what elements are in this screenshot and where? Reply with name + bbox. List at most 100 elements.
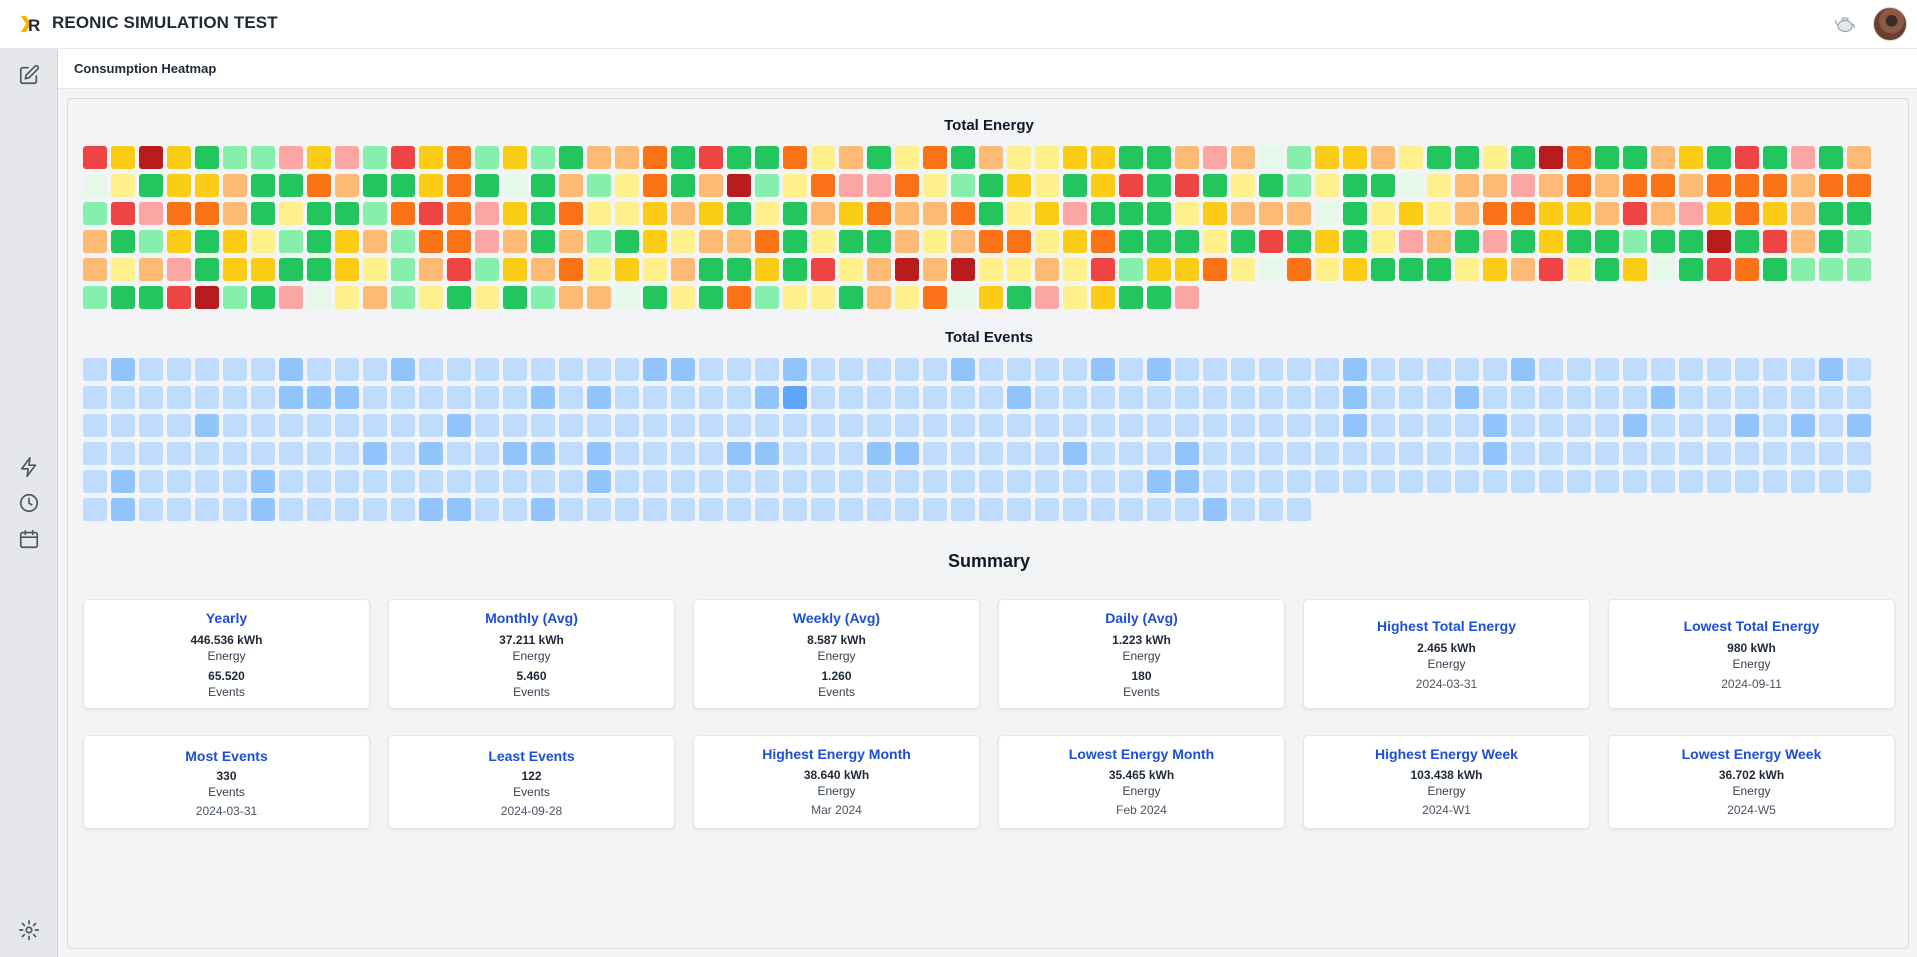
energy-heatmap-cell[interactable] xyxy=(1427,146,1451,169)
events-heatmap-cell[interactable] xyxy=(1091,498,1115,521)
events-heatmap-cell[interactable] xyxy=(699,414,723,437)
energy-heatmap-cell[interactable] xyxy=(587,230,611,253)
energy-heatmap-cell[interactable] xyxy=(1679,174,1703,197)
energy-heatmap-cell[interactable] xyxy=(139,202,163,225)
events-heatmap-cell[interactable] xyxy=(559,498,583,521)
energy-heatmap-cell[interactable] xyxy=(335,174,359,197)
events-heatmap-cell[interactable] xyxy=(867,414,891,437)
events-heatmap-cell[interactable] xyxy=(503,414,527,437)
energy-heatmap-cell[interactable] xyxy=(1287,146,1311,169)
energy-heatmap-cell[interactable] xyxy=(503,230,527,253)
energy-heatmap-cell[interactable] xyxy=(419,202,443,225)
energy-heatmap-cell[interactable] xyxy=(839,286,863,309)
energy-heatmap-cell[interactable] xyxy=(1735,230,1759,253)
energy-heatmap-cell[interactable] xyxy=(391,202,415,225)
energy-heatmap-cell[interactable] xyxy=(1763,146,1787,169)
events-heatmap-cell[interactable] xyxy=(1119,386,1143,409)
energy-heatmap-cell[interactable] xyxy=(503,146,527,169)
events-heatmap-cell[interactable] xyxy=(1427,386,1451,409)
energy-heatmap-cell[interactable] xyxy=(923,286,947,309)
events-heatmap-cell[interactable] xyxy=(1119,498,1143,521)
events-heatmap-cell[interactable] xyxy=(1623,442,1647,465)
energy-heatmap-cell[interactable] xyxy=(1679,258,1703,281)
events-heatmap-cell[interactable] xyxy=(671,386,695,409)
energy-heatmap-cell[interactable] xyxy=(1735,146,1759,169)
events-heatmap-cell[interactable] xyxy=(559,386,583,409)
energy-heatmap-cell[interactable] xyxy=(1371,230,1395,253)
events-heatmap-cell[interactable] xyxy=(195,414,219,437)
events-heatmap-cell[interactable] xyxy=(139,442,163,465)
energy-heatmap-cell[interactable] xyxy=(783,230,807,253)
events-heatmap-cell[interactable] xyxy=(1847,386,1871,409)
energy-heatmap-cell[interactable] xyxy=(1455,146,1479,169)
events-heatmap-cell[interactable] xyxy=(83,498,107,521)
events-heatmap-cell[interactable] xyxy=(1651,414,1675,437)
energy-heatmap-cell[interactable] xyxy=(475,258,499,281)
energy-heatmap-cell[interactable] xyxy=(615,230,639,253)
events-heatmap-cell[interactable] xyxy=(391,498,415,521)
energy-heatmap-cell[interactable] xyxy=(1623,258,1647,281)
energy-heatmap-cell[interactable] xyxy=(195,146,219,169)
energy-heatmap-cell[interactable] xyxy=(167,202,191,225)
energy-heatmap-cell[interactable] xyxy=(615,174,639,197)
events-heatmap-cell[interactable] xyxy=(335,414,359,437)
energy-heatmap-cell[interactable] xyxy=(727,202,751,225)
events-heatmap-cell[interactable] xyxy=(1203,386,1227,409)
energy-heatmap-cell[interactable] xyxy=(755,230,779,253)
events-heatmap-cell[interactable] xyxy=(615,470,639,493)
energy-heatmap-cell[interactable] xyxy=(1847,202,1871,225)
events-heatmap-cell[interactable] xyxy=(1035,358,1059,381)
energy-heatmap-cell[interactable] xyxy=(363,146,387,169)
events-heatmap-cell[interactable] xyxy=(391,470,415,493)
energy-heatmap-cell[interactable] xyxy=(1007,146,1031,169)
events-heatmap-cell[interactable] xyxy=(391,358,415,381)
events-heatmap-cell[interactable] xyxy=(867,442,891,465)
energy-heatmap-cell[interactable] xyxy=(279,202,303,225)
energy-heatmap-cell[interactable] xyxy=(559,230,583,253)
events-heatmap-cell[interactable] xyxy=(923,358,947,381)
energy-heatmap-cell[interactable] xyxy=(447,258,471,281)
events-heatmap-cell[interactable] xyxy=(1763,414,1787,437)
energy-heatmap-cell[interactable] xyxy=(1063,174,1087,197)
events-heatmap-cell[interactable] xyxy=(587,358,611,381)
energy-heatmap-cell[interactable] xyxy=(979,230,1003,253)
events-heatmap-cell[interactable] xyxy=(1035,414,1059,437)
events-heatmap-cell[interactable] xyxy=(1063,358,1087,381)
energy-heatmap-cell[interactable] xyxy=(139,286,163,309)
events-heatmap-cell[interactable] xyxy=(1847,414,1871,437)
events-heatmap-cell[interactable] xyxy=(223,414,247,437)
energy-heatmap-cell[interactable] xyxy=(419,230,443,253)
energy-heatmap-cell[interactable] xyxy=(223,230,247,253)
energy-heatmap-cell[interactable] xyxy=(1147,286,1171,309)
events-heatmap-cell[interactable] xyxy=(1455,414,1479,437)
energy-heatmap-cell[interactable] xyxy=(1707,146,1731,169)
events-heatmap-cell[interactable] xyxy=(1735,386,1759,409)
energy-heatmap-cell[interactable] xyxy=(839,174,863,197)
energy-heatmap-cell[interactable] xyxy=(1119,146,1143,169)
events-heatmap-cell[interactable] xyxy=(447,414,471,437)
energy-heatmap-cell[interactable] xyxy=(783,146,807,169)
energy-heatmap-cell[interactable] xyxy=(1707,258,1731,281)
events-heatmap-cell[interactable] xyxy=(867,470,891,493)
events-heatmap-cell[interactable] xyxy=(1483,358,1507,381)
energy-heatmap-cell[interactable] xyxy=(167,258,191,281)
events-heatmap-cell[interactable] xyxy=(811,414,835,437)
events-heatmap-cell[interactable] xyxy=(951,470,975,493)
energy-heatmap-cell[interactable] xyxy=(1427,174,1451,197)
energy-heatmap-cell[interactable] xyxy=(279,146,303,169)
events-heatmap-cell[interactable] xyxy=(979,442,1003,465)
events-heatmap-cell[interactable] xyxy=(111,358,135,381)
energy-heatmap-cell[interactable] xyxy=(615,258,639,281)
energy-heatmap-cell[interactable] xyxy=(447,174,471,197)
energy-heatmap-cell[interactable] xyxy=(1623,174,1647,197)
events-heatmap-cell[interactable] xyxy=(195,498,219,521)
events-heatmap-cell[interactable] xyxy=(419,358,443,381)
energy-heatmap-cell[interactable] xyxy=(1259,258,1283,281)
events-heatmap-cell[interactable] xyxy=(643,386,667,409)
events-heatmap-cell[interactable] xyxy=(391,414,415,437)
energy-heatmap-cell[interactable] xyxy=(1763,258,1787,281)
energy-heatmap-cell[interactable] xyxy=(979,202,1003,225)
avatar[interactable] xyxy=(1873,7,1907,41)
energy-heatmap-cell[interactable] xyxy=(1819,174,1843,197)
energy-heatmap-cell[interactable] xyxy=(587,146,611,169)
